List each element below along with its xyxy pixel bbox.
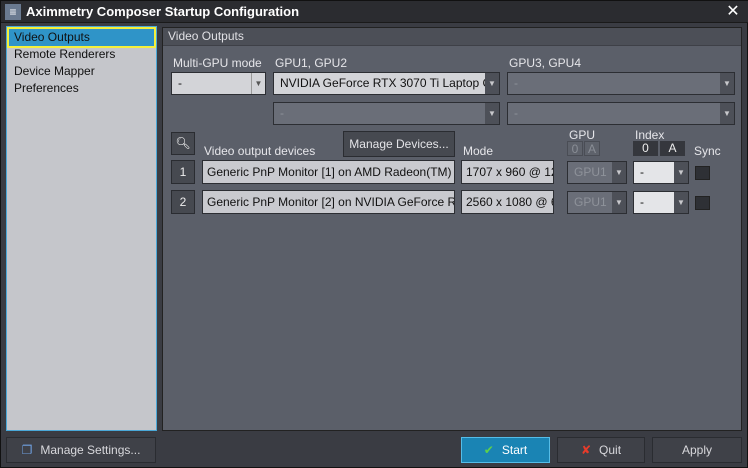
start-button[interactable]: ✔ Start xyxy=(461,437,550,463)
devices-label: Video output devices xyxy=(204,144,316,158)
index-toggle-a[interactable]: A xyxy=(660,141,685,156)
checkmark-icon: ✔ xyxy=(483,443,494,457)
gpu-toggle-a[interactable]: A xyxy=(584,141,600,156)
multi-gpu-value: - xyxy=(178,76,182,90)
start-label: Start xyxy=(501,443,528,457)
gpu-toggle-0[interactable]: 0 xyxy=(567,141,583,156)
manage-settings-label: Manage Settings... xyxy=(40,443,141,457)
mode-label: Mode xyxy=(463,144,494,158)
index-value: - xyxy=(640,195,644,209)
sidebar-item-video-outputs[interactable]: Video Outputs xyxy=(7,27,156,48)
device-field[interactable]: Generic PnP Monitor [2] on NVIDIA GeForc… xyxy=(202,190,455,214)
chevron-down-icon: ▼ xyxy=(674,162,688,183)
gpu34-label: GPU3, GPU4 xyxy=(509,56,582,70)
settings-stack-icon: ❐ xyxy=(21,443,33,457)
x-icon: ✘ xyxy=(580,443,592,457)
chevron-down-icon: ▼ xyxy=(485,103,499,124)
quit-label: Quit xyxy=(599,443,622,457)
chevron-down-icon: ▼ xyxy=(251,73,265,94)
mode-field[interactable]: 1707 x 960 @ 120 xyxy=(461,160,554,184)
gpu2-dropdown[interactable]: - ▼ xyxy=(273,102,500,125)
gpu4-dropdown[interactable]: - ▼ xyxy=(507,102,735,125)
gpu2-value: - xyxy=(280,106,284,120)
index-dropdown[interactable]: - ▼ xyxy=(633,191,689,214)
chevron-down-icon: ▼ xyxy=(720,73,734,94)
video-outputs-panel: Video Outputs Multi-GPU mode - ▼ GPU1, GP… xyxy=(162,27,742,431)
chevron-down-icon: ▼ xyxy=(720,103,734,124)
row-number: 2 xyxy=(171,190,195,214)
gpu4-value: - xyxy=(514,106,518,120)
app-icon: ≡ xyxy=(5,4,21,20)
index-dropdown[interactable]: - ▼ xyxy=(633,161,689,184)
gpu-dropdown[interactable]: GPU1 ▼ xyxy=(567,161,627,184)
gpu3-dropdown[interactable]: - ▼ xyxy=(507,72,735,95)
sidebar-item-device-mapper[interactable]: Device Mapper xyxy=(9,63,154,80)
index-label: Index xyxy=(635,128,665,142)
row-number: 1 xyxy=(171,160,195,184)
quit-button[interactable]: ✘ Quit xyxy=(557,437,645,463)
chevron-down-icon: ▼ xyxy=(612,162,626,183)
device-field[interactable]: Generic PnP Monitor [1] on AMD Radeon(TM… xyxy=(202,160,455,184)
gpu12-label: GPU1, GPU2 xyxy=(275,56,348,70)
close-icon[interactable]: ✕ xyxy=(723,2,743,22)
gpu3-value: - xyxy=(514,76,518,90)
sidebar-item-remote-renderers[interactable]: Remote Renderers xyxy=(9,46,154,63)
gpu-dropdown[interactable]: GPU1 ▼ xyxy=(567,191,627,214)
panel-header: Video Outputs xyxy=(163,28,741,46)
sidebar-item-preferences[interactable]: Preferences xyxy=(9,80,154,97)
manage-devices-button[interactable]: Manage Devices... xyxy=(343,131,455,157)
sync-checkbox[interactable] xyxy=(695,166,710,180)
manage-settings-button[interactable]: ❐ Manage Settings... xyxy=(6,437,156,463)
gpu-label: GPU xyxy=(569,128,596,142)
multi-gpu-label: Multi-GPU mode xyxy=(173,56,262,70)
magnifier-icon: 🔍︎ xyxy=(175,136,191,150)
sidebar: Video Outputs Remote Renderers Device Ma… xyxy=(6,26,157,431)
index-toggle-0[interactable]: 0 xyxy=(633,141,658,156)
chevron-down-icon: ▼ xyxy=(485,73,499,94)
chevron-down-icon: ▼ xyxy=(612,192,626,213)
apply-button[interactable]: Apply xyxy=(652,437,742,463)
gpu1-value: NVIDIA GeForce RTX 3070 Ti Laptop G xyxy=(280,76,492,90)
index-value: - xyxy=(640,165,644,179)
gpu1-dropdown[interactable]: NVIDIA GeForce RTX 3070 Ti Laptop G ▼ xyxy=(273,72,500,95)
chevron-down-icon: ▼ xyxy=(674,192,688,213)
sync-checkbox[interactable] xyxy=(695,196,710,210)
window-title: Aximmetry Composer Startup Configuration xyxy=(26,4,300,19)
gpu-value: GPU1 xyxy=(574,195,607,209)
mode-field[interactable]: 2560 x 1080 @ 60 xyxy=(461,190,554,214)
gpu-value: GPU1 xyxy=(574,165,607,179)
identify-button[interactable]: 🔍︎ xyxy=(171,132,195,155)
title-bar: ≡ Aximmetry Composer Startup Configurati… xyxy=(1,1,748,23)
multi-gpu-dropdown[interactable]: - ▼ xyxy=(171,72,266,95)
sync-label: Sync xyxy=(694,144,721,158)
